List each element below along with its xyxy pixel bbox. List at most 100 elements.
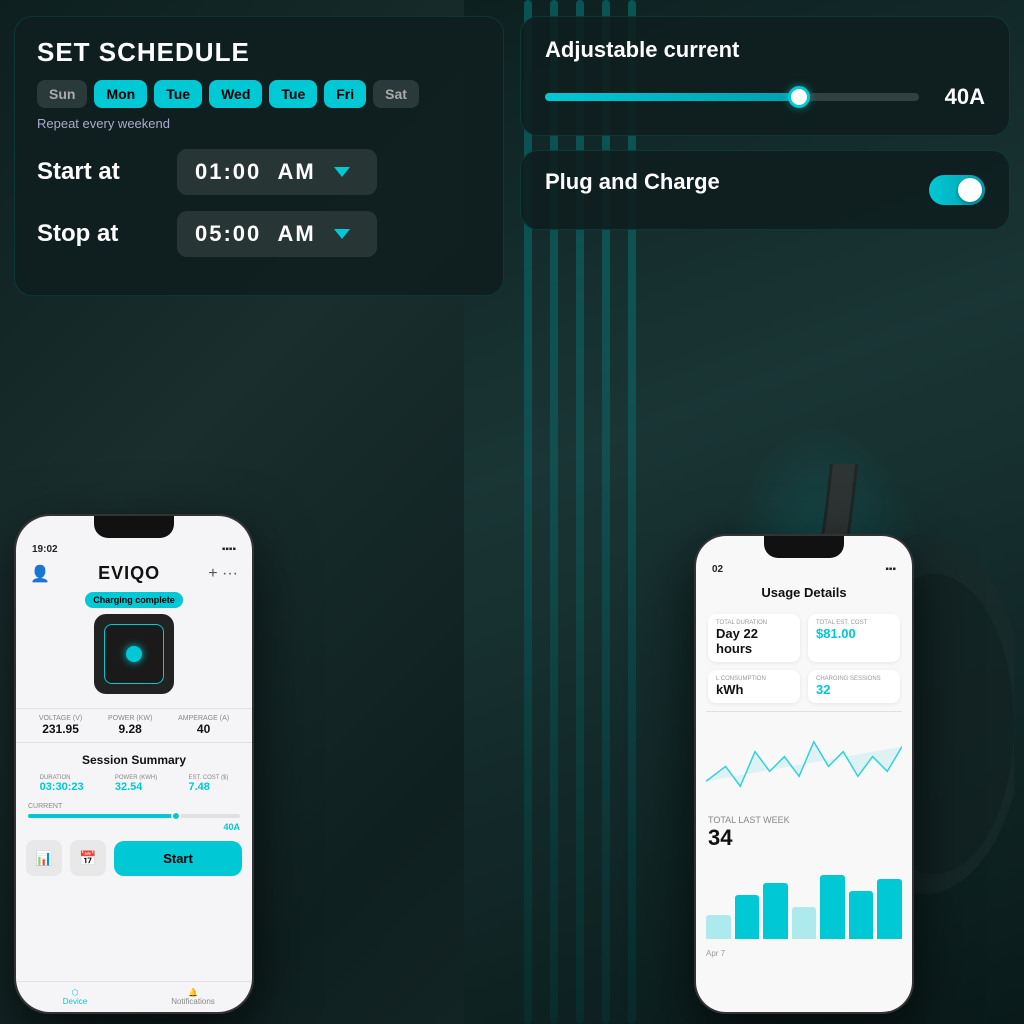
bar-1 [706, 915, 731, 939]
add-icon[interactable]: + ··· [208, 565, 238, 583]
start-label: Start at [37, 158, 177, 186]
session-duration: DURATION 03:30:23 [40, 775, 84, 793]
charger-device-inner [104, 624, 164, 684]
phone-1-notch [94, 516, 174, 538]
phone-1-header: 👤 EVIQO + ··· [16, 555, 252, 592]
adjustable-current-panel: Adjustable current 40A [520, 16, 1010, 136]
start-button[interactable]: Start [114, 841, 242, 876]
voltage-power-amperage-row: VOLTAGE (V) 231.95 POWER (kW) 9.28 AMPER… [16, 708, 252, 743]
nav-notifications[interactable]: 🔔 Notifications [134, 988, 252, 1006]
user-icon: 👤 [30, 564, 50, 584]
amperage-stat: AMPERAGE (A) 40 [178, 715, 229, 736]
phone-actions-row: 📊 📅 Start [16, 834, 252, 882]
voltage-label: VOLTAGE (V) [39, 715, 82, 722]
amperage-value: 40 [178, 722, 229, 736]
power-value: 9.28 [108, 722, 152, 736]
start-time-value: 01:00 AM [195, 159, 316, 185]
current-slider-fill [545, 93, 799, 101]
phone-2-notch [764, 536, 844, 558]
bar-7 [877, 879, 902, 939]
session-cost: EST. COST ($) 7.48 [188, 775, 228, 793]
total-last-week-label: TOTAL LAST WEEK [696, 811, 912, 825]
bell-icon: 🔔 [134, 988, 252, 997]
phone-1-time: 19:02 [32, 544, 58, 555]
nav-device[interactable]: ⬡ Device [16, 988, 134, 1006]
day-tue[interactable]: Tue [154, 80, 202, 108]
total-cost-value: $81.00 [816, 626, 892, 641]
bar-chart-date: Apr 7 [696, 947, 912, 960]
current-value-small: 40A [28, 822, 240, 832]
device-nav-icon: ⬡ [16, 988, 134, 997]
current-thumb-small[interactable] [171, 811, 181, 821]
session-power-value: 32.54 [115, 781, 157, 793]
sessions-box: CHARGING SESSIONS 32 [808, 670, 900, 703]
schedule-panel: SET SCHEDULE Sun Mon Tue Wed Tue Fri Sat… [14, 16, 504, 296]
current-row: CURRENT 40A [16, 797, 252, 834]
current-slider-value: 40A [935, 84, 985, 110]
stop-time-picker[interactable]: 05:00 AM [177, 211, 377, 257]
stop-time-row: Stop at 05:00 AM [37, 211, 481, 257]
current-slider-thumb[interactable] [788, 86, 810, 108]
eviqo-logo: EVIQO [98, 563, 160, 584]
voltage-value: 231.95 [39, 722, 82, 736]
stop-time-chevron[interactable] [334, 229, 350, 239]
day-sun[interactable]: Sun [37, 80, 87, 108]
day-thu[interactable]: Tue [269, 80, 317, 108]
session-summary-title: Session Summary [16, 753, 252, 767]
calendar-icon-button[interactable]: 📅 [70, 840, 106, 876]
phone-1-status-bar: 19:02 ▪▪▪▪ [16, 538, 252, 555]
session-cost-value: 7.48 [188, 781, 228, 793]
notifications-nav-label: Notifications [134, 997, 252, 1006]
phone-2-time: 02 [712, 564, 723, 575]
power-label: POWER (kW) [108, 715, 152, 722]
stop-label: Stop at [37, 220, 177, 248]
power-stat: POWER (kW) 9.28 [108, 715, 152, 736]
session-power: POWER (kWh) 32.54 [115, 775, 157, 793]
consumption-box: L CONSUMPTION kWh [708, 670, 800, 703]
plug-and-charge-toggle[interactable] [929, 175, 985, 205]
adjustable-current-title: Adjustable current [545, 37, 985, 63]
session-stats-row: DURATION 03:30:23 POWER (kWh) 32.54 EST.… [16, 771, 252, 797]
phone-2-screen: 02 ▪▪▪ Usage Details TOTAL DURATION Day … [696, 536, 912, 1012]
session-duration-value: 03:30:23 [40, 781, 84, 793]
current-slider-fill-small [28, 814, 176, 818]
day-wed[interactable]: Wed [209, 80, 262, 108]
usage-details-title: Usage Details [696, 575, 912, 606]
phone-1-signal: ▪▪▪▪ [222, 544, 236, 555]
phone-2-status-bar: 02 ▪▪▪ [696, 558, 912, 575]
bar-chart-area [706, 859, 902, 939]
current-label: CURRENT [28, 803, 240, 810]
phone-2-icons: ▪▪▪ [885, 564, 896, 575]
charger-device-image [94, 614, 174, 694]
plug-and-charge-title: Plug and Charge [545, 169, 720, 195]
phone-2: 02 ▪▪▪ Usage Details TOTAL DURATION Day … [694, 534, 914, 1014]
usage-line-chart [706, 712, 902, 811]
bar-5 [820, 875, 845, 939]
voltage-stat: VOLTAGE (V) 231.95 [39, 715, 82, 736]
current-slider-small[interactable] [28, 814, 240, 818]
total-cost-box: TOTAL EST. COST $81.00 [808, 614, 900, 662]
bar-4 [792, 907, 817, 939]
start-time-row: Start at 01:00 AM [37, 149, 481, 195]
current-slider-container[interactable]: 40A [545, 79, 985, 115]
start-time-chevron[interactable] [334, 167, 350, 177]
day-fri[interactable]: Fri [324, 80, 366, 108]
current-slider-track[interactable] [545, 93, 919, 101]
bar-6 [849, 891, 874, 939]
stop-time-value: 05:00 AM [195, 221, 316, 247]
sessions-value: 32 [816, 682, 892, 697]
day-sat[interactable]: Sat [373, 80, 419, 108]
total-last-week-value: 34 [696, 825, 912, 851]
amperage-label: AMPERAGE (A) [178, 715, 229, 722]
days-row[interactable]: Sun Mon Tue Wed Tue Fri Sat [37, 80, 481, 108]
right-panels: Adjustable current 40A Plug and Charge [520, 16, 1010, 230]
stats-icon-button[interactable]: 📊 [26, 840, 62, 876]
charging-status-badge: Charging complete [85, 592, 183, 608]
bar-2 [735, 895, 760, 939]
device-nav-label: Device [16, 997, 134, 1006]
start-time-picker[interactable]: 01:00 AM [177, 149, 377, 195]
total-duration-value: Day 22 hours [716, 626, 792, 656]
day-mon[interactable]: Mon [94, 80, 147, 108]
phone-1-screen: 19:02 ▪▪▪▪ 👤 EVIQO + ··· Charging comple… [16, 516, 252, 1012]
consumption-value: kWh [716, 682, 792, 697]
